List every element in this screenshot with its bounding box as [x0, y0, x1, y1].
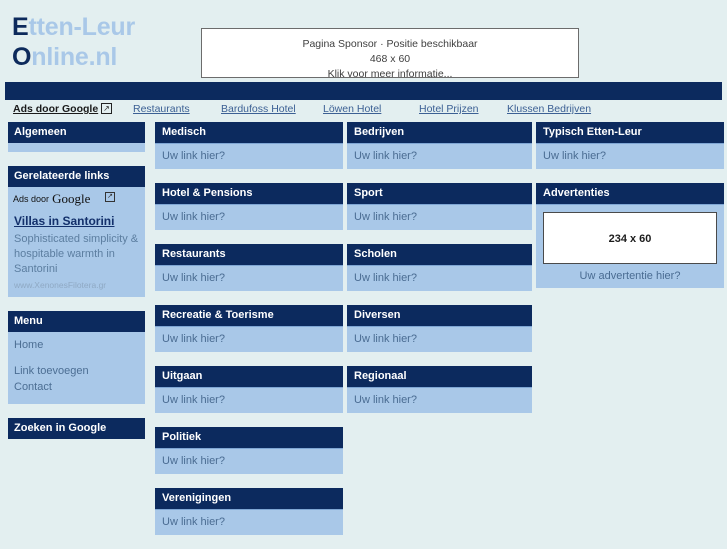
sidebar-algemeen-title: Algemeen — [8, 122, 145, 143]
category-link-placeholder[interactable]: Uw link hier? — [347, 327, 532, 352]
sidebar-algemeen-body — [8, 143, 145, 152]
category-title[interactable]: Scholen — [347, 244, 532, 266]
google-wordmark: Google — [52, 191, 91, 206]
advert-caption-link[interactable]: Uw advertentie hier? — [543, 269, 717, 283]
sidebar-zoeken-title: Zoeken in Google — [8, 418, 145, 439]
sidebar-menu-title: Menu — [8, 311, 145, 332]
category-column-1: Medisch Uw link hier? Hotel & Pensions Uw l… — [155, 122, 343, 549]
category-block: Medisch Uw link hier? — [155, 122, 343, 169]
ad-nav-link-2[interactable]: Löwen Hotel — [323, 103, 381, 115]
sponsor-banner[interactable]: Pagina Sponsor · Positie beschikbaar 468… — [201, 28, 579, 80]
category-block: Restaurants Uw link hier? — [155, 244, 343, 291]
category-link-placeholder[interactable]: Uw link hier? — [155, 205, 343, 230]
ads-door-label: Ads door — [13, 194, 50, 204]
sidebar-panel-menu: Menu Home Link toevoegen Contact — [8, 311, 145, 404]
sidebar-google-ad[interactable]: Villas in Santorini Sophisticated simpli… — [8, 208, 145, 297]
category-column-3: Typisch Etten-Leur Uw link hier? Advertent… — [536, 122, 724, 302]
advertenties-block: Advertenties 234 x 60 Uw advertentie hier? — [536, 183, 724, 288]
category-link-placeholder[interactable]: Uw link hier? — [347, 388, 532, 413]
category-link-placeholder[interactable]: Uw link hier? — [347, 266, 532, 291]
category-title[interactable]: Bedrijven — [347, 122, 532, 144]
category-block: Verenigingen Uw link hier? — [155, 488, 343, 535]
sidebar-panel-gerelateerde-links: Gerelateerde links Ads door Google ↗ Vil… — [8, 166, 145, 297]
ad-title-link[interactable]: Villas in Santorini — [14, 214, 139, 229]
category-link-placeholder[interactable]: Uw link hier? — [155, 266, 343, 291]
category-link-placeholder[interactable]: Uw link hier? — [155, 327, 343, 352]
google-ads-header: Ads door Google ↗ — [8, 187, 145, 208]
sidebar-gerelateerde-title: Gerelateerde links — [8, 166, 145, 187]
ad-description: Sophisticated simplicity & hospitable wa… — [14, 233, 139, 275]
advert-placeholder-box[interactable]: 234 x 60 — [543, 212, 717, 264]
category-title[interactable]: Politiek — [155, 427, 343, 449]
logo-rest-2: nline.nl — [31, 43, 118, 71]
category-title[interactable]: Uitgaan — [155, 366, 343, 388]
ad-nav-link-0[interactable]: Restaurants — [133, 103, 190, 115]
category-block: Politiek Uw link hier? — [155, 427, 343, 474]
category-link-placeholder[interactable]: Uw link hier? — [155, 388, 343, 413]
category-link-placeholder[interactable]: Uw link hier? — [536, 144, 724, 169]
ad-display-url: www.XenonesFilotera.gr — [14, 280, 107, 290]
ad-nav-link-4[interactable]: Klussen Bedrijven — [507, 103, 591, 115]
category-link-placeholder[interactable]: Uw link hier? — [347, 144, 532, 169]
category-title[interactable]: Diversen — [347, 305, 532, 327]
advertenties-body: 234 x 60 Uw advertentie hier? — [536, 205, 724, 288]
google-ads-link-bar: Ads door Google ↗ Restaurants Bardufoss H… — [5, 100, 722, 122]
category-block: Sport Uw link hier? — [347, 183, 532, 230]
category-link-placeholder[interactable]: Uw link hier? — [155, 449, 343, 474]
category-title[interactable]: Medisch — [155, 122, 343, 144]
category-title[interactable]: Sport — [347, 183, 532, 205]
category-block: Typisch Etten-Leur Uw link hier? — [536, 122, 724, 169]
category-block: Scholen Uw link hier? — [347, 244, 532, 291]
category-title[interactable]: Regionaal — [347, 366, 532, 388]
category-block: Regionaal Uw link hier? — [347, 366, 532, 413]
category-link-placeholder[interactable]: Uw link hier? — [155, 510, 343, 535]
logo-line-1: Etten-Leur — [12, 12, 135, 42]
sidebar-menu-body: Home Link toevoegen Contact — [8, 332, 145, 404]
sidebar-item-home[interactable]: Home — [14, 337, 139, 353]
page-header: Etten-Leur Online.nl Pagina Sponsor · Po… — [0, 0, 727, 82]
sponsor-line-2: 468 x 60 — [369, 53, 411, 65]
sidebar-item-contact[interactable]: Contact — [14, 379, 139, 395]
ads-door-google-label[interactable]: Ads door Google — [13, 103, 98, 115]
sponsor-line-1: Pagina Sponsor · Positie beschikbaar — [302, 38, 478, 50]
sidebar-panel-algemeen: Algemeen — [8, 122, 145, 152]
category-link-placeholder[interactable]: Uw link hier? — [347, 205, 532, 230]
external-link-icon[interactable]: ↗ — [101, 103, 112, 114]
logo-cap-e: E — [12, 13, 29, 41]
advertenties-title: Advertenties — [536, 183, 724, 205]
sidebar-panel-zoeken-in-google: Zoeken in Google — [8, 418, 145, 439]
logo-line-2: Online.nl — [12, 42, 135, 72]
sidebar: Algemeen Gerelateerde links Ads door Goo… — [8, 122, 145, 453]
logo-cap-o: O — [12, 43, 32, 71]
category-title[interactable]: Verenigingen — [155, 488, 343, 510]
category-block: Bedrijven Uw link hier? — [347, 122, 532, 169]
sidebar-item-link-toevoegen[interactable]: Link toevoegen — [14, 363, 139, 379]
category-title[interactable]: Restaurants — [155, 244, 343, 266]
category-block: Uitgaan Uw link hier? — [155, 366, 343, 413]
navy-divider-bar — [5, 82, 722, 100]
category-link-placeholder[interactable]: Uw link hier? — [155, 144, 343, 169]
category-title[interactable]: Hotel & Pensions — [155, 183, 343, 205]
external-link-icon[interactable]: ↗ — [105, 192, 115, 202]
ad-nav-link-3[interactable]: Hotel Prijzen — [419, 103, 479, 115]
sponsor-line-3: Klik voor meer informatie... — [327, 68, 453, 80]
site-logo: Etten-Leur Online.nl — [12, 12, 135, 72]
logo-rest-1: tten-Leur — [28, 13, 136, 41]
category-title[interactable]: Recreatie & Toerisme — [155, 305, 343, 327]
category-title[interactable]: Typisch Etten-Leur — [536, 122, 724, 144]
category-block: Recreatie & Toerisme Uw link hier? — [155, 305, 343, 352]
category-column-2: Bedrijven Uw link hier? Sport Uw link hier?… — [347, 122, 532, 427]
category-block: Hotel & Pensions Uw link hier? — [155, 183, 343, 230]
ad-nav-link-1[interactable]: Bardufoss Hotel — [221, 103, 296, 115]
category-block: Diversen Uw link hier? — [347, 305, 532, 352]
menu-spacer — [14, 353, 139, 363]
